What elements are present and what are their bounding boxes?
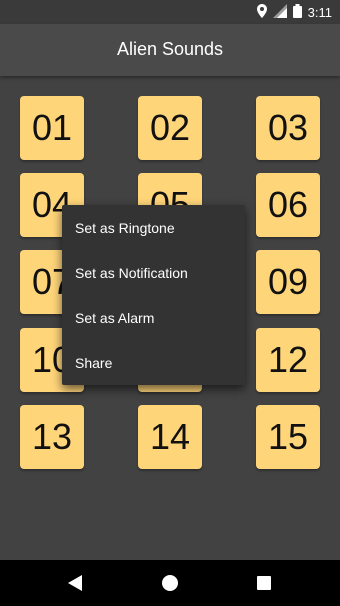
sound-tile-01[interactable]: 01 xyxy=(20,96,84,160)
sound-tile-12[interactable]: 12 xyxy=(256,328,320,392)
context-menu: Set as Ringtone Set as Notification Set … xyxy=(62,205,245,385)
status-time: 3:11 xyxy=(307,5,332,20)
app-title: Alien Sounds xyxy=(116,39,224,59)
menu-item-set-ringtone[interactable]: Set as Ringtone xyxy=(62,205,245,250)
signal-icon xyxy=(272,4,287,21)
home-icon[interactable] xyxy=(157,570,183,596)
menu-item-share[interactable]: Share xyxy=(62,340,245,385)
status-icons: 3:11 xyxy=(256,4,332,21)
menu-item-set-notification[interactable]: Set as Notification xyxy=(62,250,245,295)
sound-tile-14[interactable]: 14 xyxy=(138,405,202,469)
sound-tile-09[interactable]: 09 xyxy=(256,250,320,314)
sound-tile-13[interactable]: 13 xyxy=(20,405,84,469)
sound-tile-15[interactable]: 15 xyxy=(256,405,320,469)
sound-tile-06[interactable]: 06 xyxy=(256,173,320,237)
sound-tile-03[interactable]: 03 xyxy=(256,96,320,160)
sound-tile-02[interactable]: 02 xyxy=(138,96,202,160)
back-icon[interactable] xyxy=(62,570,88,596)
status-bar: 3:11 xyxy=(0,0,340,24)
navigation-bar xyxy=(0,560,340,606)
battery-icon xyxy=(292,4,302,21)
recents-icon[interactable] xyxy=(251,570,277,596)
location-icon xyxy=(256,4,267,21)
menu-item-set-alarm[interactable]: Set as Alarm xyxy=(62,295,245,340)
app-bar: Alien Sounds xyxy=(0,24,340,76)
